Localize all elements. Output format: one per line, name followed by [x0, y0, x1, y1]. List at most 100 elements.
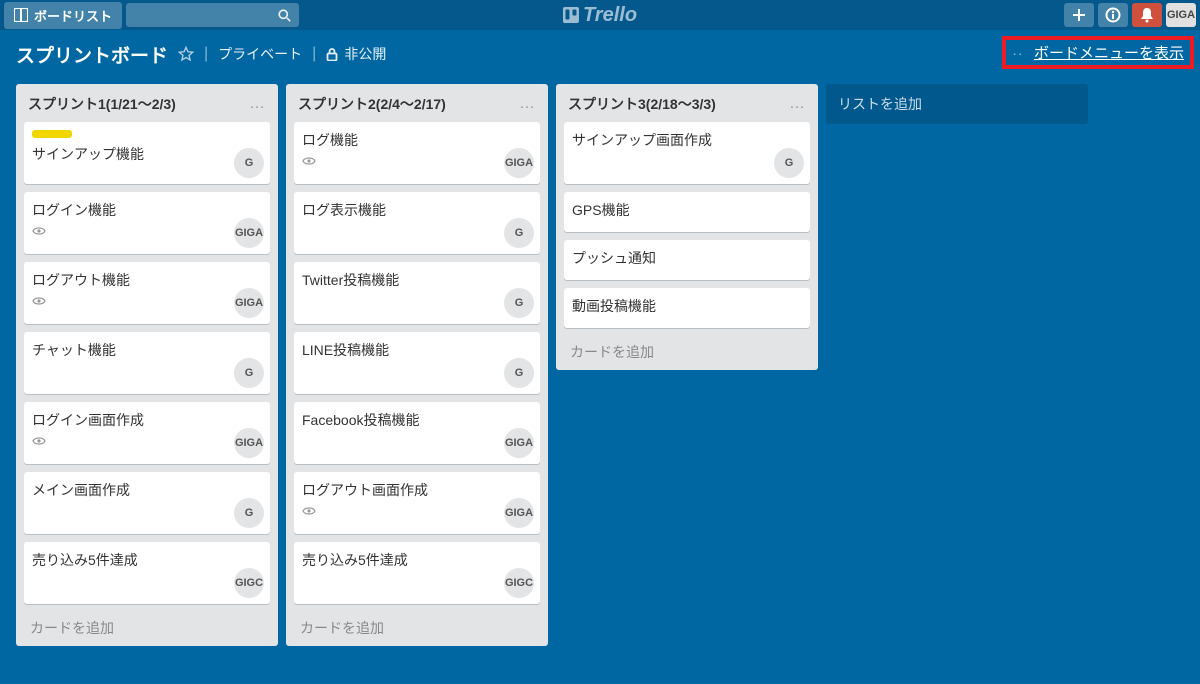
card[interactable]: 動画投稿機能: [564, 288, 810, 328]
header-left: ボードリスト: [4, 2, 299, 29]
card-member-avatar[interactable]: GIGC: [504, 568, 534, 598]
private-button[interactable]: プライベート: [218, 44, 302, 64]
card[interactable]: ログイン画面作成GIGA: [24, 402, 270, 464]
card-title: 売り込み5件達成: [302, 550, 532, 570]
card-member-avatar[interactable]: G: [234, 148, 264, 178]
card[interactable]: ログ表示機能G: [294, 192, 540, 254]
card[interactable]: 売り込み5件達成GIGC: [294, 542, 540, 604]
card[interactable]: ログアウト機能GIGA: [24, 262, 270, 324]
card[interactable]: ログ機能GIGA: [294, 122, 540, 184]
card-title: ログ表示機能: [302, 200, 532, 220]
show-menu-link[interactable]: ボードメニューを表示: [1034, 45, 1184, 62]
add-list-button[interactable]: リストを追加: [826, 84, 1088, 124]
add-card-button[interactable]: カードを追加: [20, 612, 274, 638]
card-member-avatar[interactable]: G: [234, 498, 264, 528]
subscribe-icon: [302, 156, 316, 166]
card-member-avatar[interactable]: GIGC: [234, 568, 264, 598]
logo-icon: [563, 7, 579, 23]
card[interactable]: メイン画面作成G: [24, 472, 270, 534]
plus-icon: [1072, 8, 1086, 22]
subscribe-icon: [32, 226, 46, 236]
card-title: 売り込み5件達成: [32, 550, 262, 570]
list-menu-button[interactable]: …: [519, 95, 536, 113]
card-member-avatar[interactable]: G: [774, 148, 804, 178]
list-header: スプリント1(1/21～2/3)…: [20, 88, 274, 122]
card-member-avatar[interactable]: GIGA: [504, 148, 534, 178]
logo-text: Trello: [583, 4, 637, 27]
card-title: GPS機能: [572, 200, 802, 220]
card-member-avatar[interactable]: G: [234, 358, 264, 388]
card-member-avatar[interactable]: GIGA: [504, 428, 534, 458]
boards-button-label: ボードリスト: [34, 6, 112, 25]
card[interactable]: サインアップ画面作成G: [564, 122, 810, 184]
card-member-avatar[interactable]: G: [504, 288, 534, 318]
list-title[interactable]: スプリント2(2/4～2/17): [298, 94, 519, 114]
info-button[interactable]: [1098, 3, 1128, 27]
card-member-avatar[interactable]: G: [504, 218, 534, 248]
card-label: [32, 130, 72, 138]
info-icon: [1105, 7, 1121, 23]
board-canvas: スプリント1(1/21～2/3)…サインアップ機能Gログイン機能GIGAログアウ…: [0, 78, 1200, 652]
board-name[interactable]: スプリントボード: [16, 41, 168, 68]
card[interactable]: LINE投稿機能G: [294, 332, 540, 394]
card[interactable]: プッシュ通知: [564, 240, 810, 280]
boards-button[interactable]: ボードリスト: [4, 2, 122, 29]
notifications-button[interactable]: [1132, 3, 1162, 27]
star-icon: [178, 46, 194, 62]
card[interactable]: ログアウト画面作成GIGA: [294, 472, 540, 534]
card-title: LINE投稿機能: [302, 340, 532, 360]
card-title: プッシュ通知: [572, 248, 802, 268]
list-menu-button[interactable]: …: [789, 95, 806, 113]
card-title: ログイン画面作成: [32, 410, 262, 430]
card[interactable]: サインアップ機能G: [24, 122, 270, 184]
card-member-avatar[interactable]: GIGA: [234, 428, 264, 458]
boards-icon: [14, 8, 28, 22]
card-member-avatar[interactable]: GIGA: [234, 218, 264, 248]
card-title: メイン画面作成: [32, 480, 262, 500]
card[interactable]: GPS機能: [564, 192, 810, 232]
list-header: スプリント3(2/18～3/3)…: [560, 88, 814, 122]
add-card-button[interactable]: カードを追加: [560, 336, 814, 362]
card[interactable]: 売り込み5件達成GIGC: [24, 542, 270, 604]
lock-icon: [326, 48, 338, 61]
card-member-avatar[interactable]: GIGA: [234, 288, 264, 318]
list: スプリント3(2/18～3/3)…サインアップ画面作成GGPS機能プッシュ通知動…: [556, 84, 818, 370]
card-title: ログアウト画面作成: [302, 480, 532, 500]
list-title[interactable]: スプリント3(2/18～3/3): [568, 94, 789, 114]
search-icon: [278, 9, 291, 22]
card-title: ログイン機能: [32, 200, 262, 220]
list: スプリント2(2/4～2/17)…ログ機能GIGAログ表示機能GTwitter投…: [286, 84, 548, 646]
card-title: サインアップ画面作成: [572, 130, 802, 150]
card-title: Facebook投稿機能: [302, 410, 532, 430]
list-menu-button[interactable]: …: [249, 95, 266, 113]
list: スプリント1(1/21～2/3)…サインアップ機能Gログイン機能GIGAログアウ…: [16, 84, 278, 646]
card-title: チャット機能: [32, 340, 262, 360]
bell-icon: [1140, 7, 1154, 23]
user-avatar[interactable]: GIGA: [1166, 3, 1196, 27]
card-title: Twitter投稿機能: [302, 270, 532, 290]
card-member-avatar[interactable]: GIGA: [504, 498, 534, 528]
subscribe-icon: [32, 296, 46, 306]
star-button[interactable]: [178, 46, 194, 62]
ellipsis-icon: ··: [1012, 45, 1023, 61]
header-right: GIGA: [1064, 3, 1196, 27]
card[interactable]: チャット機能G: [24, 332, 270, 394]
app-header: ボードリスト Trello GIGA: [0, 0, 1200, 30]
visibility-button[interactable]: 非公開: [326, 44, 386, 64]
card-member-avatar[interactable]: G: [504, 358, 534, 388]
card-title: ログ機能: [302, 130, 532, 150]
list-header: スプリント2(2/4～2/17)…: [290, 88, 544, 122]
card[interactable]: Twitter投稿機能G: [294, 262, 540, 324]
subscribe-icon: [32, 436, 46, 446]
create-button[interactable]: [1064, 3, 1094, 27]
card[interactable]: ログイン機能GIGA: [24, 192, 270, 254]
show-menu-highlight: ·· ボードメニューを表示: [1002, 36, 1194, 69]
list-title[interactable]: スプリント1(1/21～2/3): [28, 94, 249, 114]
app-logo[interactable]: Trello: [563, 4, 637, 27]
board-header: スプリントボード | プライベート | 非公開 ·· ボードメニューを表示: [0, 30, 1200, 78]
subscribe-icon: [302, 506, 316, 516]
add-card-button[interactable]: カードを追加: [290, 612, 544, 638]
card[interactable]: Facebook投稿機能GIGA: [294, 402, 540, 464]
search-input[interactable]: [126, 3, 299, 27]
card-title: サインアップ機能: [32, 144, 262, 164]
